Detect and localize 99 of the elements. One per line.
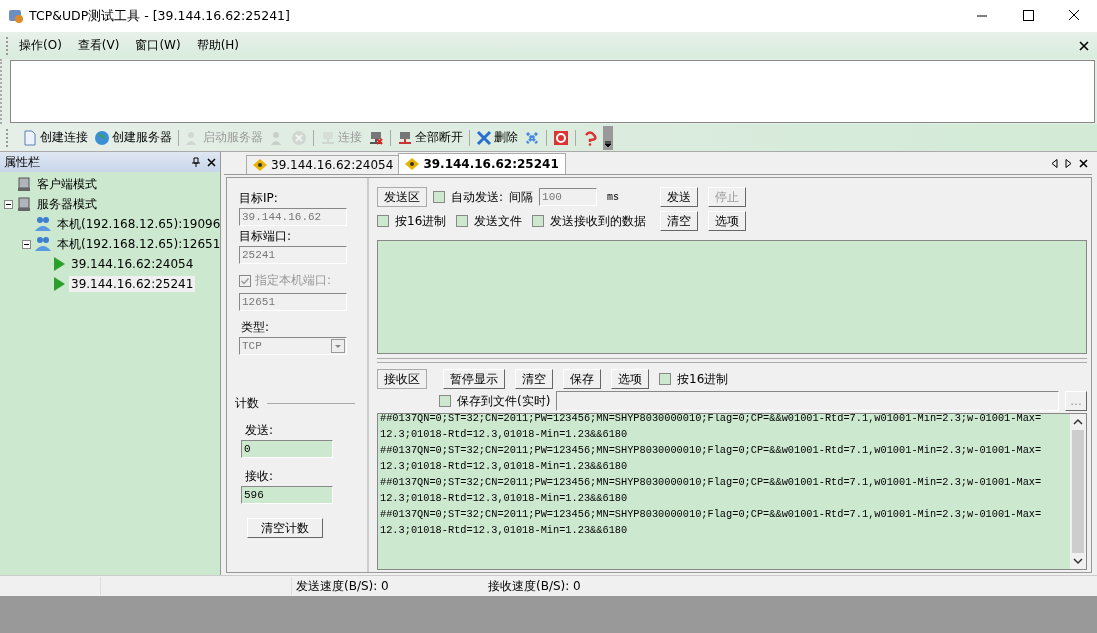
interval-field[interactable]: 100 bbox=[539, 188, 598, 206]
clear-button[interactable]: 清空 bbox=[660, 211, 699, 231]
menu-item[interactable]: 查看(V) bbox=[77, 37, 120, 54]
play-icon bbox=[52, 276, 66, 292]
toolbar-button[interactable]: 创建连接 bbox=[19, 126, 91, 149]
checkbox[interactable] bbox=[659, 373, 671, 385]
scroll-up-icon[interactable] bbox=[1073, 418, 1083, 425]
log-line: 12.3;01018-Rtd=12.3,01018-Min=1.23&&6180 bbox=[380, 459, 629, 474]
users-icon bbox=[34, 216, 52, 232]
tree-item[interactable]: 39.144.16.62:25241 bbox=[69, 276, 196, 292]
collapse-toggle[interactable] bbox=[4, 199, 13, 209]
drive-icon bbox=[16, 196, 32, 212]
send-text-area[interactable] bbox=[377, 240, 1087, 354]
close-icon[interactable] bbox=[1079, 158, 1088, 168]
checkbox-label: 发送文件 bbox=[474, 212, 523, 230]
document-icon bbox=[22, 129, 38, 146]
checkbox[interactable] bbox=[456, 215, 469, 227]
network-icon bbox=[397, 129, 413, 146]
receive-toolbar-button[interactable]: 接收区 bbox=[377, 369, 427, 389]
log-line: 12.3;01018-Rtd=12.3,01018-Min=1.23&&6180 bbox=[380, 523, 629, 538]
target-ip-field[interactable]: 39.144.16.62 bbox=[239, 208, 347, 226]
close-icon[interactable] bbox=[1079, 40, 1089, 51]
overflow-icon[interactable] bbox=[603, 125, 613, 150]
group-title: 计数 bbox=[235, 395, 259, 412]
cross-icon bbox=[524, 129, 540, 146]
target-port-field[interactable]: 25241 bbox=[239, 246, 347, 264]
status-text: 接收速度(B/S): 0 bbox=[488, 577, 582, 595]
network-disconnect-icon bbox=[368, 129, 384, 146]
dropdown-icon bbox=[331, 339, 345, 353]
receive-toolbar-button[interactable]: 清空 bbox=[515, 369, 553, 389]
checkbox-label: 发送接收到的数据 bbox=[550, 212, 647, 230]
scroll-down-icon[interactable] bbox=[1073, 558, 1083, 565]
checkbox-label: 指定本机端口: bbox=[255, 272, 332, 289]
pin-icon[interactable] bbox=[191, 157, 201, 167]
field-label: 目标IP: bbox=[239, 190, 279, 206]
right-arrow-icon[interactable] bbox=[1065, 158, 1072, 168]
checkbox[interactable] bbox=[532, 215, 545, 227]
field-label: 接收: bbox=[245, 468, 275, 484]
warning-icon bbox=[253, 159, 267, 171]
help-icon bbox=[582, 129, 598, 146]
log-line: ##0137QN=0;ST=32;CN=2011;PW=123456;MN=SHYP8030000010;Flag=0;CP=&&w01001-Rtd=7.1,w01001-Min=2.3;w-01001-Max= bbox=[380, 443, 1043, 458]
menu-item[interactable]: 操作(O) bbox=[19, 37, 62, 54]
app-icon bbox=[8, 8, 24, 24]
menu-item[interactable]: 帮助(H) bbox=[196, 37, 239, 54]
left-arrow-icon[interactable] bbox=[1051, 158, 1058, 168]
receive-toolbar-button[interactable]: 保存 bbox=[563, 369, 601, 389]
checkbox-label: 自动发送: bbox=[451, 188, 504, 206]
log-line: ##0137QN=0;ST=32;CN=2011;PW=123456;MN=SHYP8030000010;Flag=0;CP=&&w01001-Rtd=7.1,w01001-Min=2.3;w-01001-Max= bbox=[380, 475, 1043, 490]
send-button[interactable]: 发送 bbox=[660, 187, 699, 207]
tab[interactable]: 39.144.16.62:24054 bbox=[246, 155, 401, 174]
receive-toolbar-button[interactable]: 暂停显示 bbox=[443, 369, 505, 389]
power-icon bbox=[553, 129, 569, 146]
menu-item[interactable]: 窗口(W) bbox=[135, 37, 181, 54]
delete-icon bbox=[476, 129, 492, 146]
collapse-toggle[interactable] bbox=[22, 239, 31, 249]
tree-item[interactable]: 客户端模式 bbox=[35, 174, 99, 194]
log-line: ##0137QN=0;ST=32;CN=2011;PW=123456;MN=SHYP8030000010;Flag=0;CP=&&w01001-Rtd=7.1,w01001-Min=2.3;w-01001-Max= bbox=[380, 507, 1043, 522]
tab[interactable]: 39.144.16.62:25241 bbox=[398, 153, 566, 174]
drive-icon bbox=[16, 176, 32, 192]
toolbar-button[interactable]: 创建服务器 bbox=[91, 126, 175, 149]
checkbox-label: 保存到文件(实时) bbox=[457, 392, 551, 410]
warning-icon bbox=[405, 158, 420, 170]
tree-item[interactable]: 服务器模式 bbox=[35, 194, 99, 214]
tree-item[interactable]: 本机(192.168.12.65):19096 bbox=[55, 214, 223, 234]
send-area-button[interactable]: 发送区 bbox=[377, 187, 427, 207]
status-text: 发送速度(B/S): 0 bbox=[296, 577, 390, 595]
unit-label: ms bbox=[607, 191, 620, 203]
received-count-field[interactable]: 596 bbox=[241, 486, 333, 504]
field-label: 发送: bbox=[245, 422, 275, 438]
clear-count-button[interactable]: 清空计数 bbox=[247, 518, 323, 538]
scrollbar[interactable] bbox=[1070, 414, 1086, 569]
field-label: 间隔 bbox=[509, 188, 534, 206]
checkbox-label: 按16进制 bbox=[395, 212, 447, 230]
tree-item[interactable]: 本机(192.168.12.65):12651 bbox=[55, 234, 223, 254]
globe-icon bbox=[94, 129, 110, 146]
field-label: 类型: bbox=[241, 319, 271, 335]
window-title: TCP&UDP测试工具 - [39.144.16.62:25241] bbox=[29, 7, 291, 25]
log-line: 12.3;01018-Rtd=12.3,01018-Min=1.23&&6180 bbox=[380, 427, 629, 442]
receive-toolbar-button[interactable]: 选项 bbox=[611, 369, 649, 389]
toolbar-button[interactable]: 全部断开 bbox=[394, 126, 466, 149]
panel-title: 属性栏 bbox=[4, 153, 40, 171]
checkbox[interactable] bbox=[439, 395, 451, 407]
local-port-field[interactable]: 12651 bbox=[239, 293, 347, 311]
checkbox[interactable] bbox=[377, 215, 389, 227]
play-icon bbox=[52, 256, 66, 272]
sent-count-field[interactable]: 0 bbox=[241, 440, 333, 458]
checkbox[interactable] bbox=[433, 191, 445, 203]
checkbox-label: 按16进制 bbox=[677, 370, 729, 388]
tree-item[interactable]: 39.144.16.62:24054 bbox=[69, 256, 196, 272]
field-label: 目标端口: bbox=[239, 228, 293, 244]
users-icon bbox=[34, 236, 52, 252]
log-line: ##0137QN=0;ST=32;CN=2011;PW=123456;MN=SHYP8030000010;Flag=0;CP=&&w01001-Rtd=7.1,w01001-Min=2.3;w-01001-Max= bbox=[380, 414, 1043, 426]
file-path-field[interactable] bbox=[556, 391, 1059, 411]
close-icon[interactable] bbox=[207, 157, 216, 167]
options-button[interactable]: 选项 bbox=[708, 211, 747, 231]
log-line: 12.3;01018-Rtd=12.3,01018-Min=1.23&&6180 bbox=[380, 491, 629, 506]
type-dropdown[interactable]: TCP bbox=[239, 337, 347, 355]
toolbar-button[interactable]: 删除 bbox=[473, 126, 521, 149]
cancel-icon bbox=[291, 129, 307, 146]
